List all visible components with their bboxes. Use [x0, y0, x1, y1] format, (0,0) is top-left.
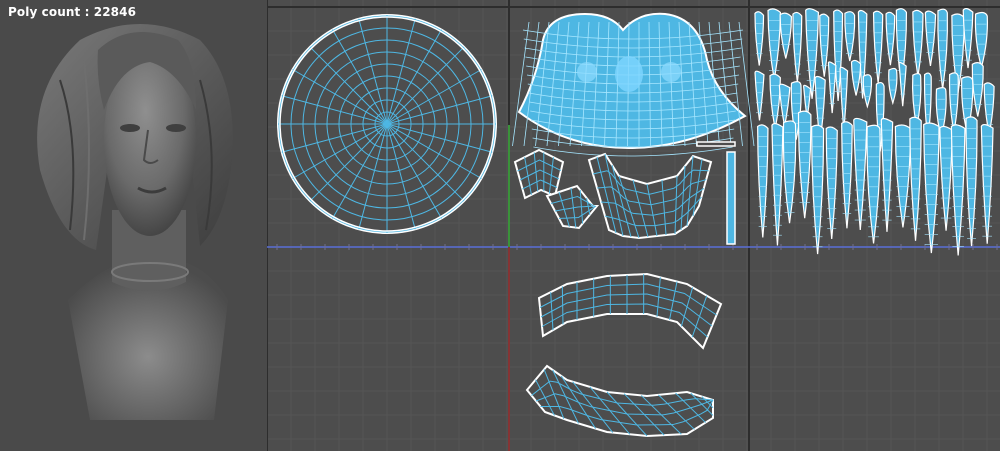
poly-count-label: Poly count : 22846: [8, 5, 137, 19]
upper-band-shell: [537, 272, 723, 350]
uv-shells: [277, 7, 995, 438]
neck-collar-shell: [587, 152, 713, 240]
head-bust-model: [37, 24, 233, 420]
uv-canvas[interactable]: [267, 0, 1000, 451]
cap-disc-shell: [277, 14, 497, 234]
model-viewport[interactable]: Poly count : 22846: [0, 0, 267, 451]
app-root: Poly count : 22846: [0, 0, 1000, 451]
scalp-shell: [512, 12, 755, 157]
ear-shell-left: [513, 148, 565, 200]
uv-editor-viewport[interactable]: [267, 0, 1000, 451]
hair-strands-shells: [754, 7, 995, 256]
